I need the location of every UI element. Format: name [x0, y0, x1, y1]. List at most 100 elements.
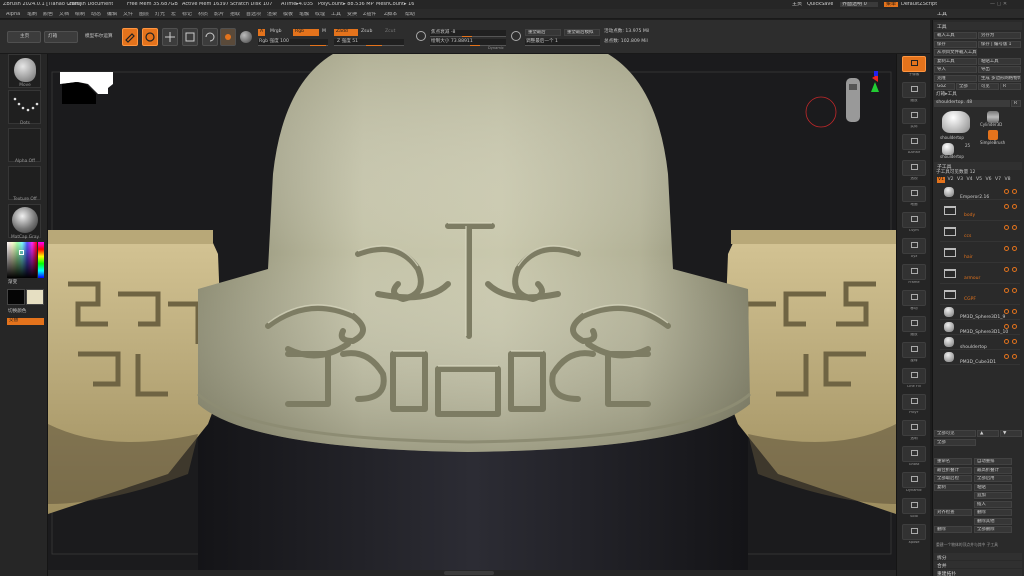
- script-button[interactable]: DefaultZScript: [901, 2, 937, 7]
- alpha-selector[interactable]: [8, 128, 41, 162]
- transparency-slider[interactable]: 界面透明 0: [840, 2, 878, 7]
- material-selector[interactable]: [8, 204, 41, 238]
- polypaint-toggle-icon[interactable]: [1012, 338, 1017, 344]
- tool-thumbnail[interactable]: shouldertop: [938, 110, 976, 142]
- subtool-action-button[interactable]: 自动重排: [974, 458, 1012, 465]
- visibility-eye-icon[interactable]: [1004, 323, 1009, 329]
- move-up-button[interactable]: ▲: [977, 430, 999, 437]
- replay-last-rel-button[interactable]: 重塑最后模拟: [564, 29, 600, 36]
- menu-item[interactable]: 图层: [139, 12, 149, 17]
- subtool-item[interactable]: PM3D_Cube3D1: [940, 350, 1020, 365]
- menu-item[interactable]: Z脚本: [384, 12, 397, 17]
- subtool-action-button[interactable]: 删除其他: [974, 517, 1012, 525]
- subtool-action-button[interactable]: 全部取启检: [934, 475, 972, 482]
- subtool-action-button[interactable]: 全部启用: [974, 475, 1012, 482]
- tool-action-button[interactable]: 导入: [934, 66, 977, 73]
- menu-item[interactable]: 变换: [347, 12, 357, 17]
- menu-item[interactable]: 纹理: [315, 12, 325, 17]
- viewport-canvas[interactable]: [48, 54, 896, 570]
- menu-item[interactable]: 动态: [91, 12, 101, 17]
- visibility-set-button[interactable]: V4: [966, 177, 974, 184]
- view-tool-button[interactable]: [902, 524, 926, 540]
- menu-item[interactable]: 渲染: [267, 12, 277, 17]
- view-tool-button[interactable]: [902, 472, 926, 488]
- view-tool-button[interactable]: [902, 212, 926, 228]
- split-section[interactable]: 拆分: [934, 553, 1022, 561]
- lightbox-button[interactable]: 主页: [7, 31, 41, 43]
- rotate-mode-button[interactable]: [202, 28, 218, 46]
- z-intensity-slider[interactable]: Z 强度 51: [334, 39, 404, 46]
- texture-selector[interactable]: [8, 166, 41, 200]
- tool-action-button[interactable]: 导出: [978, 66, 1021, 73]
- visibility-set-button[interactable]: V5: [975, 177, 983, 184]
- menu-item[interactable]: 文件: [123, 12, 133, 17]
- view-tool-button[interactable]: [902, 238, 926, 254]
- tool-palette-header[interactable]: 工具: [934, 22, 1022, 30]
- secondary-color-swatch[interactable]: [26, 289, 44, 305]
- view-tool-button[interactable]: [902, 368, 926, 384]
- menu-item[interactable]: 影片: [214, 12, 224, 17]
- polypaint-toggle-icon[interactable]: [1012, 203, 1017, 209]
- view-tool-button[interactable]: [902, 186, 926, 202]
- menu-item[interactable]: 工具: [331, 12, 341, 17]
- tool-action-button[interactable]: 另存为: [978, 32, 1021, 39]
- menu-item[interactable]: 笔触: [299, 12, 309, 17]
- tool-action-button[interactable]: 生成 多边形网格物体: [978, 74, 1021, 82]
- bottom-strip[interactable]: [48, 570, 896, 576]
- menu-item[interactable]: 笔刷: [27, 12, 37, 17]
- menu-item[interactable]: 首选项: [246, 12, 261, 17]
- visibility-eye-icon[interactable]: [1004, 266, 1009, 272]
- visibility-eye-icon[interactable]: [1004, 338, 1009, 344]
- view-tool-button[interactable]: [902, 498, 926, 514]
- subtool-item[interactable]: CGPF: [940, 284, 1020, 305]
- rgb-intensity-slider[interactable]: Rgb 强度 100: [258, 39, 328, 46]
- draw-mode-button[interactable]: [142, 28, 158, 46]
- view-tool-button[interactable]: [902, 160, 926, 176]
- menus-button[interactable]: 菜单: [884, 2, 899, 7]
- view-tool-button[interactable]: [902, 290, 926, 306]
- menu-item[interactable]: 帮助: [405, 12, 415, 17]
- subtool-item[interactable]: PM3D_Sphere3D1_10: [940, 320, 1020, 335]
- visibility-eye-icon[interactable]: [1004, 203, 1009, 209]
- polypaint-toggle-icon[interactable]: [1012, 266, 1017, 272]
- view-tool-button[interactable]: [902, 56, 926, 72]
- all-high-button[interactable]: 全部: [934, 439, 976, 446]
- subtool-action-button[interactable]: 最佳折叠计: [934, 466, 972, 474]
- window-controls[interactable]: — ▢ ✕: [990, 2, 1007, 7]
- menu-item[interactable]: 编辑: [107, 12, 117, 17]
- tool-action-button[interactable]: GoZ: [934, 83, 955, 90]
- visibility-set-button[interactable]: V3: [956, 177, 964, 184]
- tool-action-button[interactable]: 复制工具: [934, 57, 977, 65]
- subtool-header[interactable]: 子工具: [934, 161, 1022, 170]
- dynamic-toggle[interactable]: Dynamic: [488, 46, 504, 51]
- view-tool-button[interactable]: [902, 82, 926, 98]
- subtool-item[interactable]: PM3D_Sphere3D1_9: [940, 305, 1020, 320]
- menu-item[interactable]: 文档: [59, 12, 69, 17]
- view-tool-button[interactable]: [902, 316, 926, 332]
- view-tool-button[interactable]: [902, 108, 926, 124]
- merge-section[interactable]: 合并: [934, 561, 1022, 569]
- tool-action-button[interactable]: 全部: [956, 83, 977, 90]
- m-toggle[interactable]: M: [322, 29, 326, 35]
- subtool-item[interactable]: shouldertop: [940, 335, 1020, 350]
- view-tool-button[interactable]: [902, 420, 926, 436]
- tool-action-button[interactable]: 保存: [934, 40, 977, 48]
- polypaint-toggle-icon[interactable]: [1012, 188, 1017, 194]
- adjust-last-slider[interactable]: 调整最后一个 1: [525, 39, 600, 46]
- visibility-eye-icon[interactable]: [1004, 287, 1009, 293]
- tool-action-button[interactable]: 克隆: [934, 74, 977, 82]
- subtool-item[interactable]: hair: [940, 242, 1020, 263]
- lightbox-tools-link[interactable]: 灯箱▸工具: [936, 92, 957, 98]
- bottom-shelf-handle[interactable]: [444, 571, 494, 575]
- tool-action-button[interactable]: R: [1000, 83, 1021, 90]
- homepage-button[interactable]: 主页: [792, 2, 802, 7]
- visibility-set-button[interactable]: V1: [937, 176, 946, 184]
- subtool-item[interactable]: ccs: [940, 221, 1020, 242]
- scale-mode-button[interactable]: [182, 28, 198, 46]
- menu-item[interactable]: 颜色: [43, 12, 53, 17]
- subtool-action-button[interactable]: 删除: [934, 526, 972, 533]
- tool-action-button[interactable]: 从项目文件载入工具: [934, 49, 977, 56]
- tool-thumbnail[interactable]: SimpleBrush: [978, 128, 1016, 146]
- tool-thumbnail[interactable]: Cylinder3D: [978, 110, 1016, 128]
- switch-color-button[interactable]: 切换颜色: [8, 309, 26, 315]
